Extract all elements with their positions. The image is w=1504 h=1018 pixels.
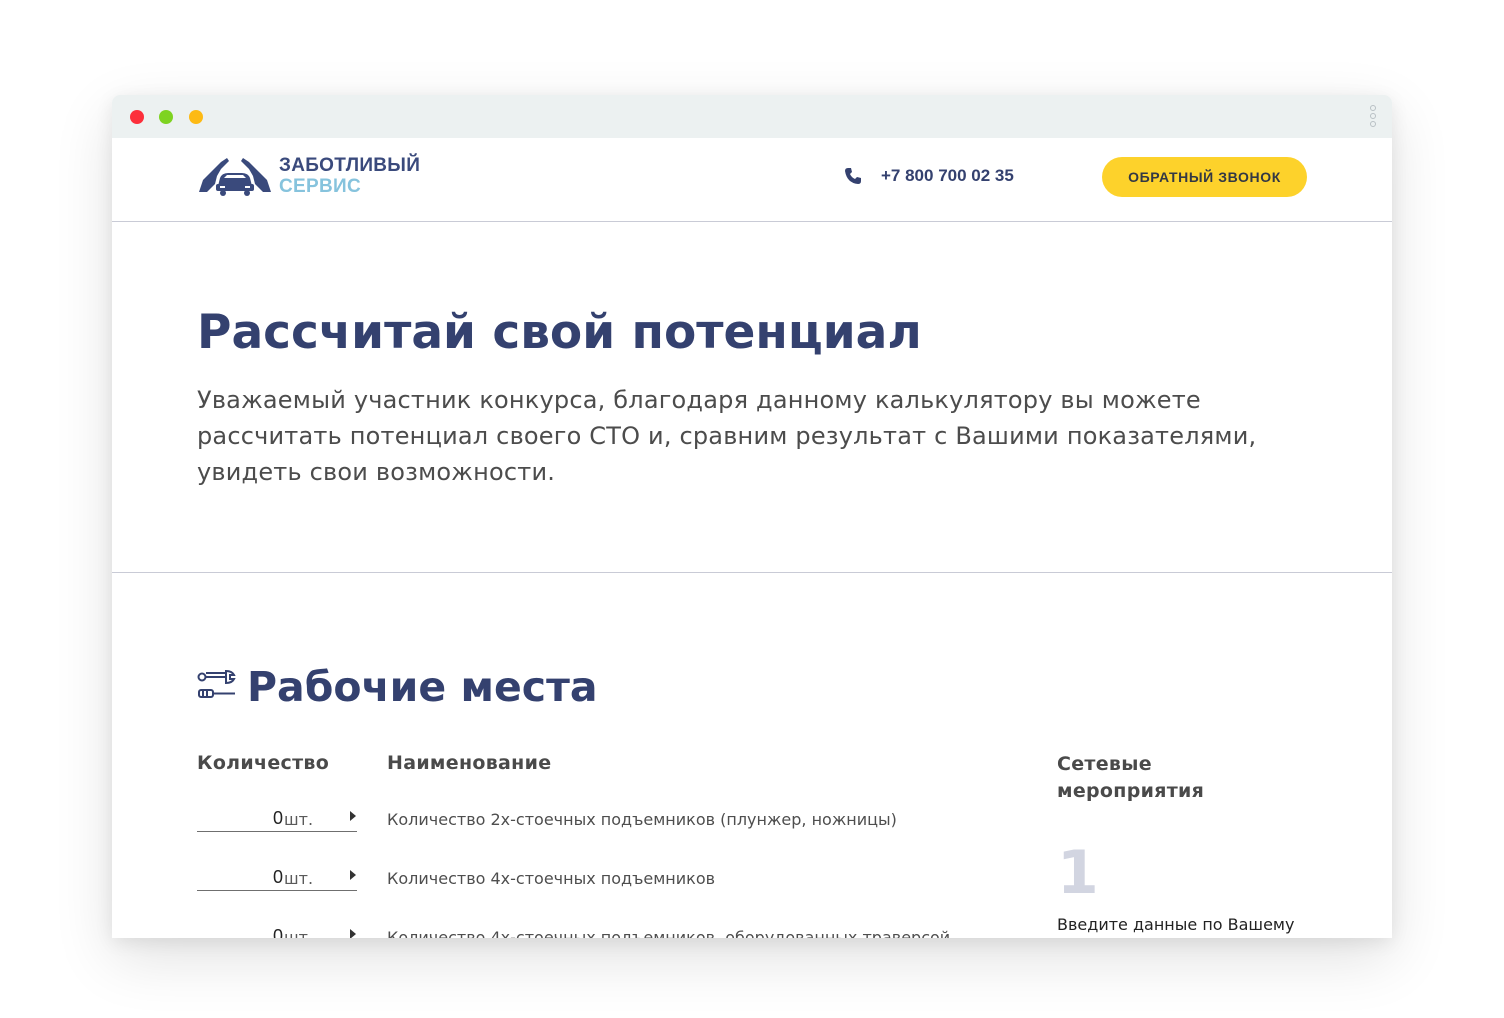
car-hands-logo-icon bbox=[199, 158, 271, 196]
phone-number[interactable]: +7 800 700 02 35 bbox=[881, 166, 1014, 186]
minimize-window-button[interactable] bbox=[189, 110, 203, 124]
table-row: 0 шт. Количество 2х-стоечных подъемников… bbox=[197, 808, 1097, 848]
window-menu-icon[interactable] bbox=[1370, 105, 1378, 129]
page-description: Уважаемый участник конкурса, благодаря д… bbox=[197, 386, 1257, 486]
site-header: ЗАБОТЛИВЫЙ СЕРВИС +7 800 700 02 35 ОБРАТ… bbox=[112, 138, 1392, 222]
callback-button[interactable]: ОБРАТНЫЙ ЗВОНОК bbox=[1102, 157, 1307, 197]
row-label: Количество 2х-стоечных подъемников (плун… bbox=[387, 810, 897, 829]
increment-arrow-icon[interactable] bbox=[347, 928, 357, 938]
window-titlebar bbox=[112, 95, 1392, 138]
section-header: Рабочие места bbox=[197, 663, 598, 711]
hero-section: Рассчитай свой потенциал Уважаемый участ… bbox=[112, 223, 1392, 573]
increment-arrow-icon[interactable] bbox=[347, 869, 357, 881]
network-step-number: 1 bbox=[1057, 838, 1099, 908]
logo-line-2: СЕРВИС bbox=[279, 176, 361, 197]
row-label: Количество 4х-стоечных подъемников bbox=[387, 869, 716, 888]
phone-contact[interactable]: +7 800 700 02 35 bbox=[844, 166, 1014, 186]
column-header-quantity: Количество bbox=[197, 752, 330, 774]
maximize-window-button[interactable] bbox=[159, 110, 173, 124]
quantity-value[interactable]: 0 bbox=[273, 808, 283, 829]
table-row: 0 шт. Количество 4х-стоечных подъемников bbox=[197, 867, 1097, 907]
increment-arrow-icon[interactable] bbox=[347, 810, 357, 822]
table-row: 0 шт. Количество 4х-стоечных подъемников… bbox=[197, 926, 1097, 938]
logo-line-1: ЗАБОТЛИВЫЙ bbox=[279, 155, 421, 176]
quantity-value[interactable]: 0 bbox=[273, 926, 283, 938]
tools-icon bbox=[197, 669, 236, 698]
row-label: Количество 4х-стоечных подъемников, обор… bbox=[387, 928, 951, 938]
quantity-stepper[interactable]: 0 шт. bbox=[197, 867, 357, 891]
quantity-unit: шт. bbox=[284, 810, 314, 829]
quantity-stepper[interactable]: 0 шт. bbox=[197, 808, 357, 832]
column-header-network: Сетевые мероприятия bbox=[1057, 753, 1205, 802]
close-window-button[interactable] bbox=[130, 110, 144, 124]
column-header-name: Наименование bbox=[387, 752, 552, 774]
network-step-text: Введите данные по Вашему bbox=[1057, 915, 1295, 934]
section-title: Рабочие места bbox=[247, 663, 598, 711]
phone-icon bbox=[845, 168, 861, 184]
quantity-stepper[interactable]: 0 шт. bbox=[197, 926, 357, 938]
page-title: Рассчитай свой потенциал bbox=[197, 305, 922, 360]
quantity-value[interactable]: 0 bbox=[273, 867, 283, 888]
quantity-unit: шт. bbox=[284, 869, 314, 888]
quantity-unit: шт. bbox=[284, 928, 314, 938]
browser-window: ЗАБОТЛИВЫЙ СЕРВИС +7 800 700 02 35 ОБРАТ… bbox=[112, 95, 1392, 938]
logo[interactable]: ЗАБОТЛИВЫЙ СЕРВИС bbox=[197, 154, 420, 198]
